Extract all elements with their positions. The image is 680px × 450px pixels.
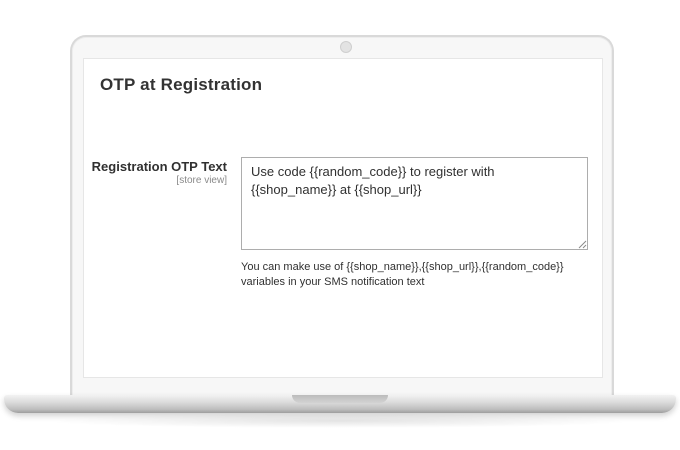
camera-icon	[340, 41, 352, 53]
laptop-shadow	[40, 414, 640, 428]
laptop-notch	[292, 395, 388, 403]
scope-label: [store view]	[176, 175, 227, 186]
resize-grip-icon[interactable]	[578, 240, 587, 249]
field-note-line: You can make use of {{shop_name}},{{shop…	[241, 261, 564, 273]
field-note-line: variables in your SMS notification text	[241, 276, 425, 288]
section-title: OTP at Registration	[100, 75, 263, 94]
field-note: You can make use of {{shop_name}},{{shop…	[241, 260, 601, 290]
otp-text-textarea[interactable]: Use code {{random_code}} to register wit…	[241, 157, 588, 250]
laptop-mockup: OTP at Registration Registration OTP Tex…	[0, 0, 680, 450]
field-label-group: Registration OTP Text [store view]	[84, 159, 227, 186]
field-label: Registration OTP Text	[91, 159, 227, 174]
laptop-screen: OTP at Registration Registration OTP Tex…	[83, 58, 603, 378]
